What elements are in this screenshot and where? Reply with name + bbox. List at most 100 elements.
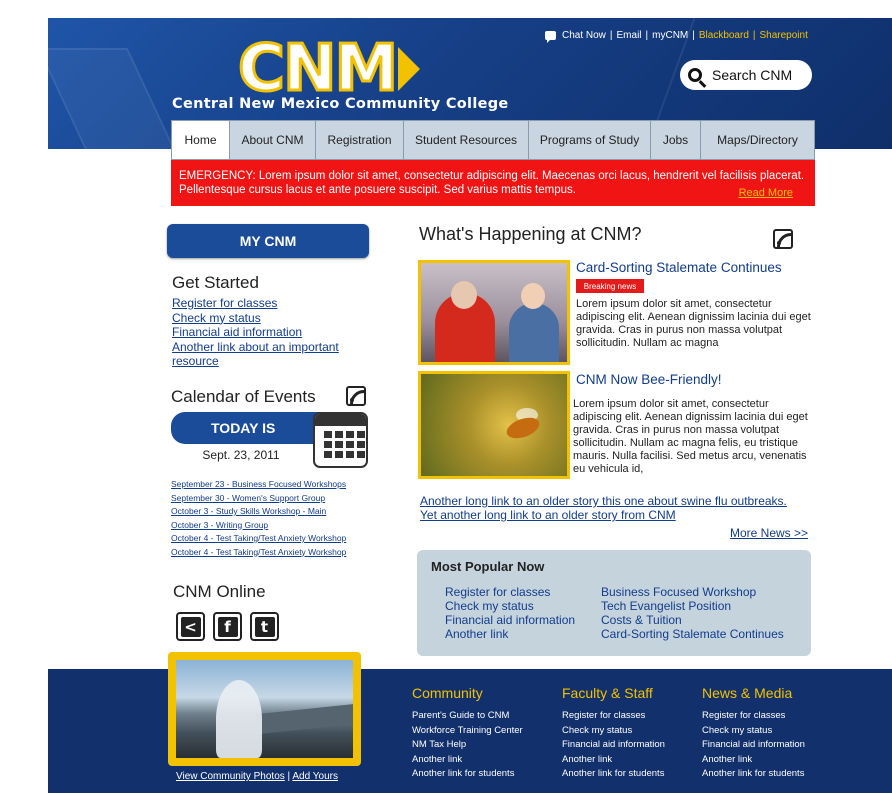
story-image[interactable] — [418, 371, 570, 479]
today-date: Sept. 23, 2011 — [202, 448, 280, 462]
footer-link[interactable]: Financial aid information — [562, 738, 665, 753]
cnm-logo[interactable]: CNM — [236, 32, 421, 106]
footer-link[interactable]: Another link for students — [412, 767, 523, 782]
footer-link[interactable]: Register for classes — [562, 709, 665, 724]
event-link[interactable]: October 4 - Test Taking/Test Anxiety Wor… — [171, 532, 346, 546]
calendar-heading: Calendar of Events — [171, 387, 316, 406]
footer-link[interactable]: NM Tax Help — [412, 738, 523, 753]
tab-about-cnm[interactable]: About CNM — [230, 121, 316, 159]
my-cnm-button[interactable]: MY CNM — [167, 224, 369, 258]
read-more-link[interactable]: Read More — [739, 186, 793, 200]
footer-link[interactable]: Another link — [412, 753, 523, 768]
get-started-links: Register for classes Check my status Fin… — [172, 296, 362, 369]
footer-link[interactable]: Check my status — [702, 724, 805, 739]
popular-link[interactable]: Business Focused Workshop — [601, 585, 784, 599]
popular-link[interactable]: Another link — [445, 627, 575, 641]
search-button[interactable]: Search CNM — [680, 60, 812, 90]
footer-link[interactable]: Another link — [562, 753, 665, 768]
popular-link[interactable]: Register for classes — [445, 585, 575, 599]
rss-icon[interactable] — [773, 229, 793, 249]
popular-link[interactable]: Costs & Tuition — [601, 613, 784, 627]
chat-icon[interactable] — [545, 31, 556, 43]
footer-heading: Community — [412, 685, 483, 701]
social-icons: < f t — [176, 612, 279, 641]
blackboard-link[interactable]: Blackboard — [699, 30, 749, 41]
cnm-online-heading: CNM Online — [173, 582, 266, 601]
main-nav: Home About CNM Registration Student Reso… — [171, 120, 815, 160]
emergency-text: EMERGENCY: Lorem ipsum dolor sit amet, c… — [179, 170, 805, 196]
story-title[interactable]: CNM Now Bee-Friendly! — [576, 372, 722, 387]
event-link[interactable]: September 23 - Business Focused Workshop… — [171, 478, 346, 492]
footer-column-news-media: News & Media Register for classes Check … — [702, 685, 805, 782]
separator: | — [752, 30, 756, 41]
footer-link[interactable]: Register for classes — [702, 709, 805, 724]
chat-now-link[interactable]: Chat Now — [562, 30, 606, 41]
register-link[interactable]: Register for classes — [172, 296, 362, 311]
email-link[interactable]: Email — [617, 30, 642, 41]
twitter-icon[interactable]: t — [250, 612, 279, 641]
get-started-heading: Get Started — [172, 273, 259, 292]
tab-registration[interactable]: Registration — [316, 121, 404, 159]
tab-programs-of-study[interactable]: Programs of Study — [529, 121, 651, 159]
older-story-link[interactable]: Yet another long link to an older story … — [420, 508, 787, 522]
event-link[interactable]: October 4 - Test Taking/Test Anxiety Wor… — [171, 546, 346, 560]
footer-link[interactable]: Another link for students — [702, 767, 805, 782]
event-link[interactable]: October 3 - Study Skills Workshop - Main — [171, 505, 346, 519]
tab-student-resources[interactable]: Student Resources — [404, 121, 529, 159]
footer-column-faculty-staff: Faculty & Staff Register for classes Che… — [562, 685, 665, 782]
utility-links: Chat Now | Email | myCNM | Blackboard | … — [545, 30, 808, 43]
story-image[interactable] — [418, 260, 570, 365]
college-name: Central New Mexico Community College — [172, 96, 509, 112]
news-heading: What's Happening at CNM? — [419, 224, 642, 244]
popular-link[interactable]: Check my status — [445, 599, 575, 613]
footer-column-community: Community Parent's Guide to CNM Workforc… — [412, 685, 523, 782]
view-photos-link[interactable]: View Community Photos — [176, 771, 285, 782]
more-news-link[interactable]: More News >> — [730, 526, 808, 540]
popular-link[interactable]: Card-Sorting Stalemate Continues — [601, 627, 784, 641]
most-popular-box: Most Popular Now Register for classes Ch… — [417, 550, 811, 656]
footer-link[interactable]: Another link for students — [562, 767, 665, 782]
footer-link[interactable]: Parent's Guide to CNM — [412, 709, 523, 724]
community-photo[interactable] — [168, 652, 361, 766]
story-body: Lorem ipsum dolor sit amet, consectetur … — [573, 398, 808, 475]
events-list: September 23 - Business Focused Workshop… — [171, 478, 346, 559]
chevron-right-icon — [398, 47, 421, 91]
separator: | — [645, 30, 649, 41]
popular-link[interactable]: Financial aid information — [445, 613, 575, 627]
mycnm-link[interactable]: myCNM — [652, 30, 688, 41]
tab-home[interactable]: Home — [172, 121, 230, 159]
logo-text: CNM — [236, 32, 399, 106]
most-popular-heading: Most Popular Now — [431, 559, 545, 574]
separator: | — [609, 30, 613, 41]
share-icon[interactable]: < — [176, 612, 205, 641]
event-link[interactable]: October 3 - Writing Group — [171, 519, 346, 533]
popular-links-left: Register for classes Check my status Fin… — [445, 585, 575, 641]
popular-links-right: Business Focused Workshop Tech Evangelis… — [601, 585, 784, 641]
emergency-banner: EMERGENCY: Lorem ipsum dolor sit amet, c… — [171, 160, 815, 206]
tab-maps-directory[interactable]: Maps/Directory — [701, 121, 814, 159]
story-body: Lorem ipsum dolor sit amet, consectetur … — [576, 298, 811, 349]
rss-icon[interactable] — [346, 386, 366, 406]
event-link[interactable]: September 30 - Women's Support Group — [171, 492, 346, 506]
footer-link[interactable]: Another link — [702, 753, 805, 768]
footer-link[interactable]: Financial aid information — [702, 738, 805, 753]
facebook-icon[interactable]: f — [213, 612, 242, 641]
today-widget: TODAY IS Sept. 23, 2011 — [171, 412, 368, 472]
photo-caption: View Community Photos | Add Yours — [176, 771, 338, 782]
search-icon — [688, 68, 702, 82]
popular-link[interactable]: Tech Evangelist Position — [601, 599, 784, 613]
separator: | — [692, 30, 695, 41]
calendar-icon[interactable] — [313, 412, 368, 468]
tab-jobs[interactable]: Jobs — [651, 121, 701, 159]
footer-link[interactable]: Check my status — [562, 724, 665, 739]
check-status-link[interactable]: Check my status — [172, 311, 362, 326]
older-story-link[interactable]: Another long link to an older story this… — [420, 494, 787, 508]
footer-heading: Faculty & Staff — [562, 685, 653, 701]
story-title[interactable]: Card-Sorting Stalemate Continues — [576, 260, 782, 275]
add-yours-link[interactable]: Add Yours — [292, 771, 338, 782]
search-label: Search CNM — [712, 67, 793, 83]
important-resource-link[interactable]: Another link about an important resource — [172, 340, 362, 369]
financial-aid-link[interactable]: Financial aid information — [172, 325, 362, 340]
sharepoint-link[interactable]: Sharepoint — [760, 30, 808, 41]
footer-link[interactable]: Workforce Training Center — [412, 724, 523, 739]
